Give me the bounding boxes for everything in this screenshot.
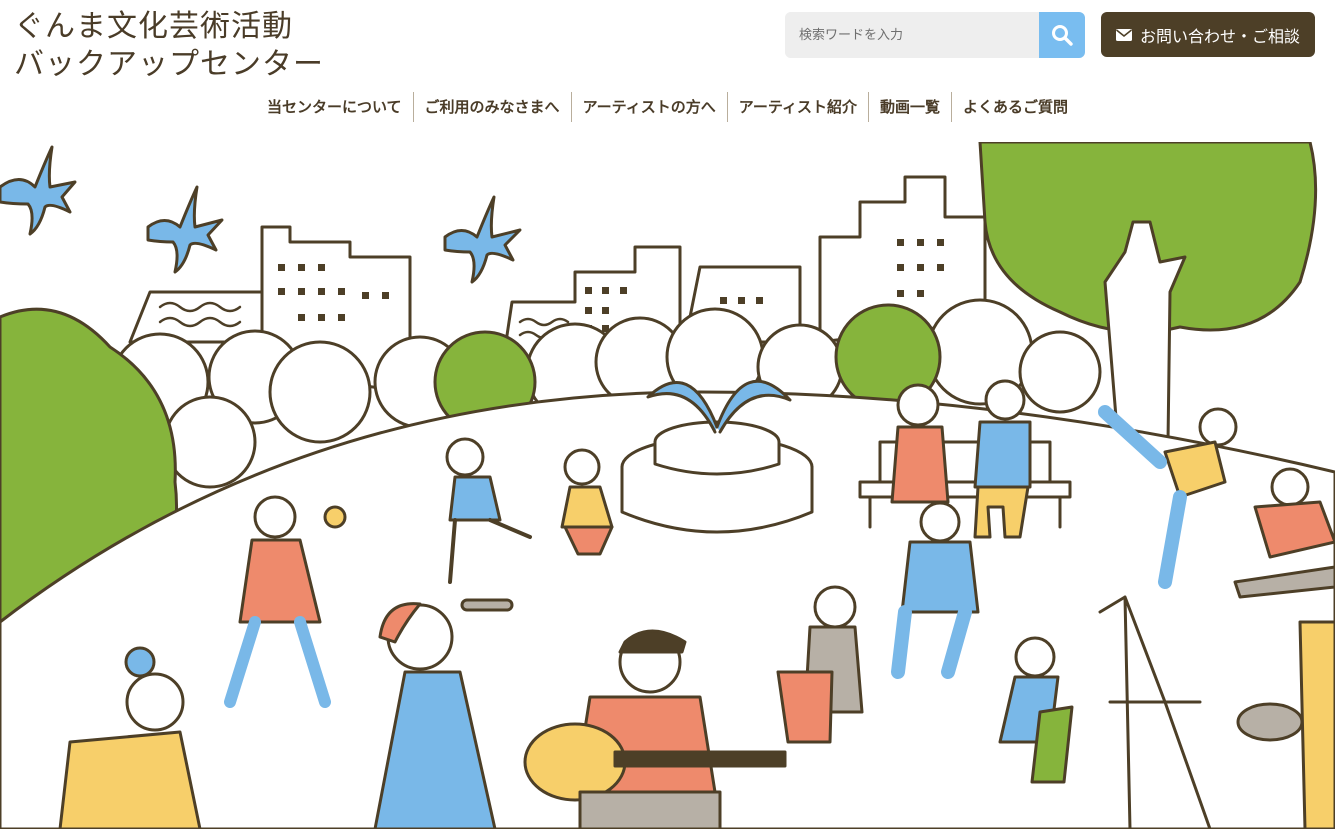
search-input[interactable] [785, 12, 1039, 58]
search-icon [1052, 25, 1073, 46]
logo-line-2: バックアップセンター [14, 47, 324, 82]
hero-illustration [0, 142, 1335, 829]
site-header: ぐんま文化芸術活動 バックアップセンター お問い合わせ・ご相談 当センターについ… [0, 0, 1335, 142]
logo-line-1: ぐんま文化芸術活動 [14, 9, 293, 44]
nav-item-about[interactable]: 当センターについて [256, 92, 413, 122]
envelope-icon [1115, 28, 1132, 41]
nav-item-artists-info[interactable]: アーティストの方へ [570, 92, 727, 122]
search-box [785, 12, 1085, 58]
search-button[interactable] [1039, 12, 1085, 58]
main-nav: 当センターについて ご利用のみなさまへ アーティストの方へ アーティスト紹介 動… [0, 92, 1335, 122]
site-logo[interactable]: ぐんま文化芸術活動 バックアップセンター [14, 8, 324, 84]
park-scene-illustration [0, 142, 1335, 829]
nav-item-artist-intro[interactable]: アーティスト紹介 [726, 92, 868, 122]
contact-label: お問い合わせ・ご相談 [1139, 26, 1300, 46]
birds [0, 145, 522, 284]
nav-item-faq[interactable]: よくあるご質問 [950, 92, 1079, 122]
contact-button[interactable]: お問い合わせ・ご相談 [1101, 12, 1315, 57]
nav-item-users[interactable]: ご利用のみなさまへ [412, 92, 571, 122]
nav-item-videos[interactable]: 動画一覧 [867, 92, 951, 122]
